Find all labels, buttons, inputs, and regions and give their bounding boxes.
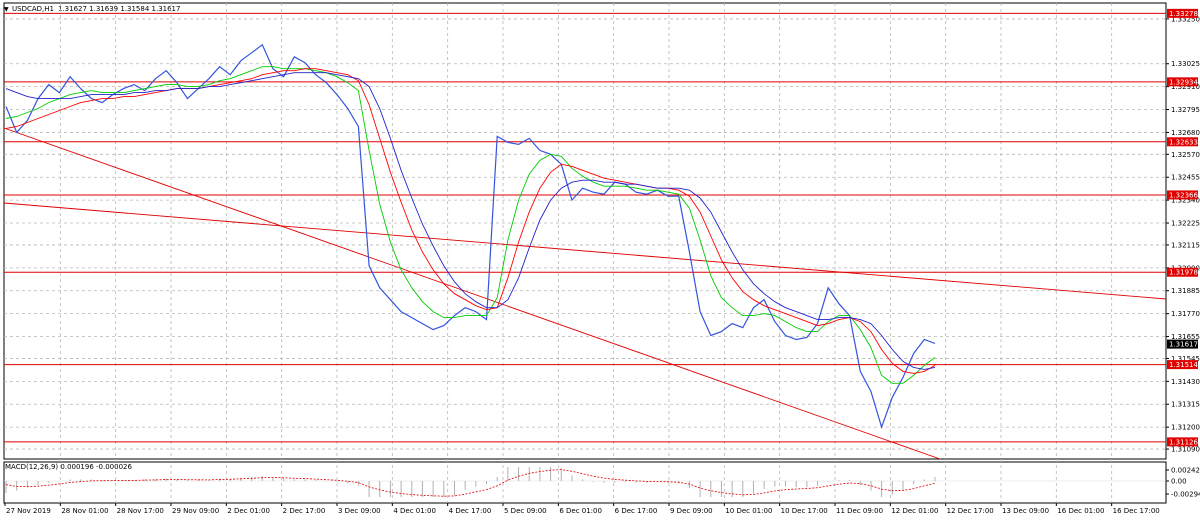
price-tick-label: 1.31885 xyxy=(1171,287,1200,295)
level-label: 1.32366 xyxy=(1169,191,1198,199)
main-chart-frame xyxy=(3,2,1167,460)
price-tick-label: 1.31200 xyxy=(1171,424,1200,432)
level-label: 1.32934 xyxy=(1169,78,1198,86)
symbol-dropdown-icon[interactable]: ▼ xyxy=(4,6,9,13)
time-tick-label: 6 Dec 17:00 xyxy=(615,507,658,515)
time-tick-label: 6 Dec 01:00 xyxy=(559,507,602,515)
time-tick-label: 16 Dec 01:00 xyxy=(1057,507,1104,515)
price-tick-label: 1.32795 xyxy=(1171,106,1200,114)
price-tick-label: 1.32570 xyxy=(1171,151,1200,159)
time-tick-label: 28 Nov 17:00 xyxy=(117,507,164,515)
time-tick-label: 13 Dec 09:00 xyxy=(1002,507,1049,515)
level-label: 1.33278 xyxy=(1169,10,1198,18)
macd-tick-label: 0.00 xyxy=(1171,478,1187,486)
time-tick-label: 28 Nov 01:00 xyxy=(61,507,108,515)
time-tick-label: 16 Dec 17:00 xyxy=(1113,507,1160,515)
price-tick-label: 1.32225 xyxy=(1171,220,1200,228)
price-tick-label: 1.31430 xyxy=(1171,378,1200,386)
chart-window[interactable]: ▼ USDCAD,H1 1.31627 1.31639 1.31584 1.31… xyxy=(0,0,1200,523)
time-tick-label: 4 Dec 17:00 xyxy=(449,507,492,515)
price-tick-label: 1.32455 xyxy=(1171,174,1200,182)
ma-slow-line xyxy=(5,72,936,370)
time-tick-label: 10 Dec 17:00 xyxy=(781,507,828,515)
macd-signal-line xyxy=(5,469,936,497)
price-tick-label: 1.32115 xyxy=(1171,241,1200,249)
time-tick-label: 29 Nov 09:00 xyxy=(172,507,219,515)
time-tick-label: 4 Dec 01:00 xyxy=(393,507,436,515)
price-line xyxy=(5,43,936,430)
time-tick-label: 5 Dec 09:00 xyxy=(504,507,547,515)
macd-tick-label: -0.00294 xyxy=(1171,491,1200,499)
trendline-resistance xyxy=(3,202,1167,300)
level-label: 1.31126 xyxy=(1169,438,1198,446)
time-tick-label: 10 Dec 01:00 xyxy=(725,507,772,515)
time-tick-label: 11 Dec 09:00 xyxy=(836,507,883,515)
price-tick-label: 1.33025 xyxy=(1171,60,1200,68)
price-tick-label: 1.32680 xyxy=(1171,129,1200,137)
chart-canvas[interactable]: ▼ USDCAD,H1 1.31627 1.31639 1.31584 1.31… xyxy=(0,0,1200,523)
price-tick-label: 1.31315 xyxy=(1171,401,1200,409)
level-label: 1.31978 xyxy=(1169,269,1198,277)
ma-fast-line xyxy=(5,66,936,384)
time-tick-label: 9 Dec 09:00 xyxy=(670,507,713,515)
time-tick-label: 27 Nov 2019 xyxy=(6,507,51,515)
time-tick-label: 12 Dec 17:00 xyxy=(947,507,994,515)
time-tick-label: 12 Dec 01:00 xyxy=(891,507,938,515)
level-label: 1.32633 xyxy=(1169,138,1198,146)
ohlc-readout: 1.31627 1.31639 1.31584 1.31617 xyxy=(58,5,180,13)
time-tick-label: 3 Dec 09:00 xyxy=(338,507,381,515)
time-tick-label: 2 Dec 17:00 xyxy=(283,507,326,515)
current-price-label: 1.31617 xyxy=(1169,341,1198,349)
macd-label: MACD(12,26,9) 0.000196 -0.000026 xyxy=(5,463,132,471)
macd-frame xyxy=(3,461,1167,504)
level-label: 1.31514 xyxy=(1169,361,1198,369)
time-tick-label: 2 Dec 01:00 xyxy=(227,507,270,515)
macd-tick-label: 0.00242 xyxy=(1171,467,1200,475)
symbol-label: USDCAD,H1 xyxy=(12,5,54,13)
trendline-falling xyxy=(3,127,941,460)
price-tick-label: 1.31090 xyxy=(1171,446,1200,454)
price-tick-label: 1.31770 xyxy=(1171,310,1200,318)
